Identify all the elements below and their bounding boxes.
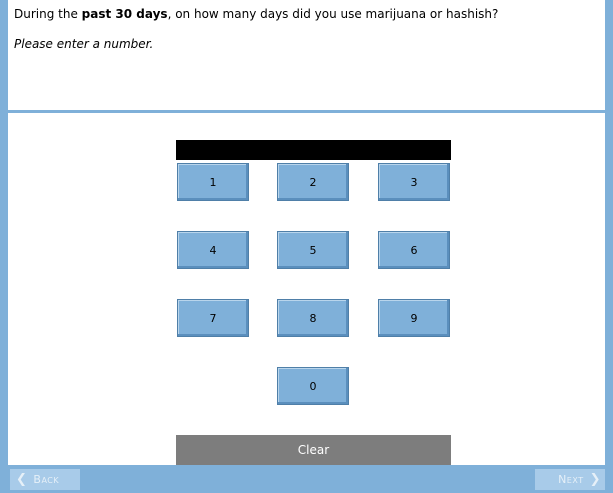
key-0[interactable]: 0 (277, 367, 349, 405)
question-panel: During the past 30 days, on how many day… (8, 0, 605, 113)
instruction-text: Please enter a number. (14, 37, 154, 51)
question-prefix: During the (14, 7, 82, 21)
back-button[interactable]: ❮ Back (10, 469, 80, 490)
navigation-bar: ❮ Back Next ❯ (0, 465, 613, 493)
key-7[interactable]: 7 (177, 299, 249, 337)
chevron-right-icon: ❯ (589, 472, 601, 487)
clear-button[interactable]: Clear (176, 435, 451, 465)
question-suffix: , on how many days did you use marijuana… (167, 7, 499, 21)
key-6[interactable]: 6 (378, 231, 450, 269)
key-3[interactable]: 3 (378, 163, 450, 201)
back-label: Back (33, 473, 60, 486)
key-8[interactable]: 8 (277, 299, 349, 337)
next-button[interactable]: Next ❯ (535, 469, 605, 490)
key-9[interactable]: 9 (378, 299, 450, 337)
question-emphasis: past 30 days (81, 7, 168, 21)
chevron-left-icon: ❮ (16, 472, 28, 487)
key-2[interactable]: 2 (277, 163, 349, 201)
number-display (176, 140, 451, 160)
key-1[interactable]: 1 (177, 163, 249, 201)
question-text: During the past 30 days, on how many day… (14, 7, 498, 21)
key-5[interactable]: 5 (277, 231, 349, 269)
next-label: Next (558, 473, 584, 486)
key-4[interactable]: 4 (177, 231, 249, 269)
